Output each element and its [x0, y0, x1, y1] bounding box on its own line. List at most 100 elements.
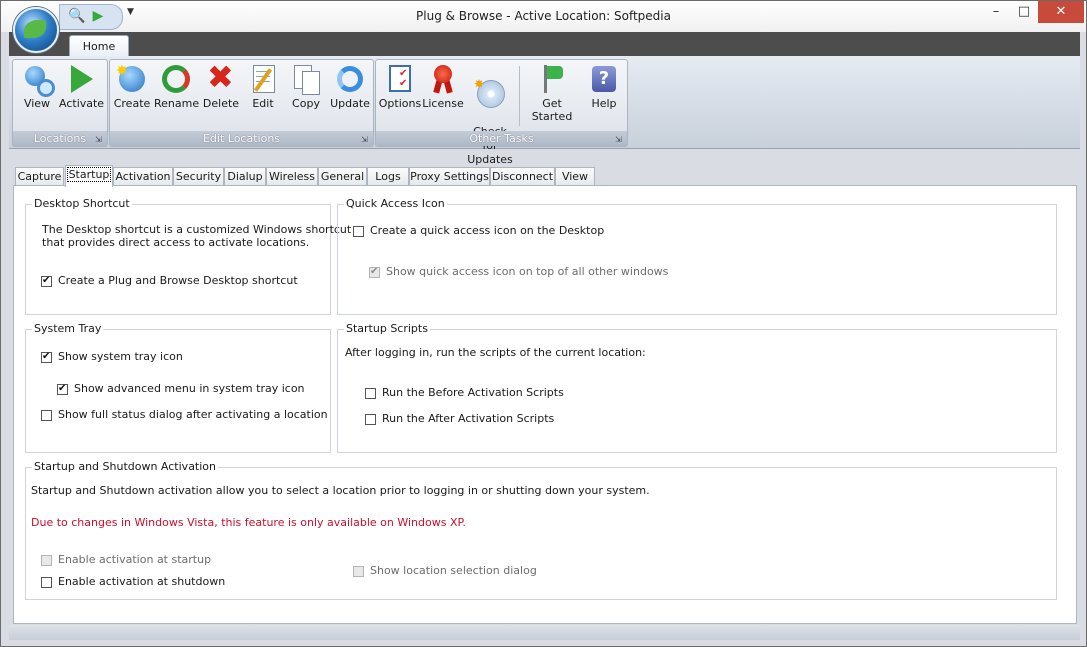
quick-access-icon-group: Quick Access Icon Create a quick access …: [337, 197, 1057, 315]
quick-access-ontop-checkbox[interactable]: [369, 266, 380, 278]
update-label: Update: [330, 97, 370, 110]
desktop-shortcut-description: The Desktop shortcut is a customized Win…: [42, 223, 352, 236]
activate-icon[interactable]: ▶: [90, 8, 106, 24]
help-question-icon: ?: [588, 63, 620, 95]
after-activation-scripts-label[interactable]: Run the After Activation Scripts: [382, 412, 554, 425]
group-title: Startup and Shutdown Activation: [32, 460, 218, 473]
tab-view[interactable]: View: [555, 167, 595, 186]
quick-access-toolbar: 🔍 ▶: [59, 4, 123, 30]
get-started-button[interactable]: Get Started: [522, 63, 582, 123]
create-desktop-shortcut-label[interactable]: Create a Plug and Browse Desktop shortcu…: [58, 274, 298, 287]
title-bar: Plug & Browse - Active Location: Softped…: [1, 1, 1086, 32]
dialog-launcher-icon[interactable]: ⇲: [615, 135, 624, 144]
rename-button[interactable]: Rename: [154, 63, 200, 110]
vista-warning-text: Due to changes in Windows Vista, this fe…: [31, 516, 466, 529]
maximize-button[interactable]: □: [1011, 1, 1037, 23]
create-label: Create: [113, 97, 151, 110]
ribbon-tab-strip: Home: [9, 32, 1080, 58]
create-button[interactable]: ✸ Create: [112, 63, 152, 110]
desktop-shortcut-description: that provides direct access to activate …: [42, 236, 310, 249]
activate-label: Activate: [59, 97, 105, 110]
location-selection-dialog-checkbox[interactable]: [353, 566, 364, 577]
refresh-arrows-icon: [334, 63, 366, 95]
tab-general[interactable]: General: [318, 167, 367, 186]
app-orb-button[interactable]: [13, 7, 59, 53]
tab-startup[interactable]: Startup: [65, 165, 113, 187]
play-icon: [65, 63, 97, 95]
app-window: Plug & Browse - Active Location: Softped…: [0, 0, 1087, 647]
copy-label: Copy: [292, 97, 320, 110]
ribbon-group-locations: View Activate Locations ⇲: [12, 59, 108, 147]
edit-label: Edit: [252, 97, 274, 110]
leaf-icon: [24, 20, 46, 38]
options-label: Options: [378, 97, 422, 110]
qat-dropdown-icon[interactable]: ▼: [127, 7, 134, 17]
update-button[interactable]: Update: [328, 63, 372, 110]
help-button[interactable]: ? Help: [586, 63, 622, 110]
tab-activation[interactable]: Activation: [113, 167, 173, 186]
advanced-menu-checkbox[interactable]: [57, 383, 68, 395]
copy-button[interactable]: Copy: [286, 63, 326, 110]
before-activation-scripts-checkbox[interactable]: [365, 388, 376, 399]
license-button[interactable]: License: [422, 63, 464, 110]
desktop-shortcut-group: Desktop Shortcut The Desktop shortcut is…: [25, 197, 351, 315]
create-desktop-shortcut-checkbox[interactable]: [41, 275, 52, 287]
activation-at-shutdown-label[interactable]: Enable activation at shutdown: [58, 575, 225, 588]
rename-label: Rename: [154, 97, 200, 110]
edit-document-icon: [247, 63, 279, 95]
license-label: License: [422, 97, 464, 110]
create-quick-access-label[interactable]: Create a quick access icon on the Deskto…: [370, 224, 604, 237]
activation-at-startup-checkbox[interactable]: [41, 555, 52, 566]
full-status-dialog-label[interactable]: Show full status dialog after activating…: [58, 408, 328, 421]
get-started-label: Get Started: [531, 97, 573, 123]
tab-capture[interactable]: Capture: [15, 167, 64, 186]
tab-security[interactable]: Security: [173, 167, 224, 186]
help-label: Help: [591, 97, 617, 110]
tab-disconnect[interactable]: Disconnect: [490, 167, 555, 186]
check-for-updates-button[interactable]: ✸ Check for Updates: [464, 63, 516, 167]
checklist-icon: ✔ ✔: [384, 63, 416, 95]
startup-shutdown-description: Startup and Shutdown activation allow yo…: [31, 484, 650, 497]
group-title: Quick Access Icon: [344, 197, 447, 210]
cd-disc-icon: ✸: [474, 77, 506, 109]
options-button[interactable]: ✔ ✔ Options: [378, 63, 422, 110]
dialog-launcher-icon[interactable]: ⇲: [95, 135, 104, 144]
group-label-other-tasks: Other Tasks: [376, 131, 627, 146]
show-tray-icon-label[interactable]: Show system tray icon: [58, 350, 183, 363]
edit-button[interactable]: Edit: [244, 63, 282, 110]
ribbon-group-other-tasks: ✔✔ Options License ✸ Check for Updates G…: [375, 59, 628, 166]
activation-at-startup-label[interactable]: Enable activation at startup: [58, 553, 211, 566]
tab-logs[interactable]: Logs: [367, 167, 409, 186]
tab-proxy-settings[interactable]: Proxy Settings: [409, 167, 490, 186]
group-label-edit-locations: Edit Locations: [110, 131, 373, 146]
group-title: System Tray: [32, 322, 104, 335]
group-title: Startup Scripts: [344, 322, 430, 335]
before-activation-scripts-label[interactable]: Run the Before Activation Scripts: [382, 386, 564, 399]
tab-dialup[interactable]: Dialup: [224, 167, 266, 186]
dialog-launcher-icon[interactable]: ⇲: [361, 135, 370, 144]
window-title: Plug & Browse - Active Location: Softped…: [416, 9, 671, 23]
delete-button[interactable]: ✖ Delete: [200, 59, 242, 110]
location-selection-dialog-label[interactable]: Show location selection dialog: [370, 564, 537, 577]
ribbon-group-edit-locations: ✸ Create Rename ✖ Delete Edit Copy Updat…: [109, 59, 374, 147]
view-button[interactable]: View: [17, 63, 57, 110]
after-activation-scripts-checkbox[interactable]: [365, 414, 376, 425]
tab-wireless[interactable]: Wireless: [266, 167, 318, 186]
ribbon: View Activate Locations ⇲ ✸ Create Renam…: [9, 56, 1080, 166]
rename-arrows-icon: [160, 63, 192, 95]
close-button[interactable]: ✕: [1038, 1, 1084, 23]
ribbon-tab-home[interactable]: Home: [69, 35, 129, 58]
advanced-menu-label[interactable]: Show advanced menu in system tray icon: [74, 382, 305, 395]
award-ribbon-icon: [427, 63, 459, 95]
delete-label: Delete: [202, 97, 240, 110]
activate-button[interactable]: Activate: [59, 63, 105, 110]
view-icon[interactable]: 🔍: [68, 8, 85, 24]
minimize-button[interactable]: –: [983, 1, 1009, 23]
full-status-dialog-checkbox[interactable]: [41, 410, 52, 421]
activation-at-shutdown-checkbox[interactable]: [41, 577, 52, 588]
startup-scripts-description: After logging in, run the scripts of the…: [345, 346, 646, 359]
show-tray-icon-checkbox[interactable]: [41, 351, 52, 363]
quick-access-ontop-label[interactable]: Show quick access icon on top of all oth…: [386, 265, 668, 278]
view-location-icon: [21, 63, 55, 97]
create-quick-access-checkbox[interactable]: [353, 226, 364, 237]
